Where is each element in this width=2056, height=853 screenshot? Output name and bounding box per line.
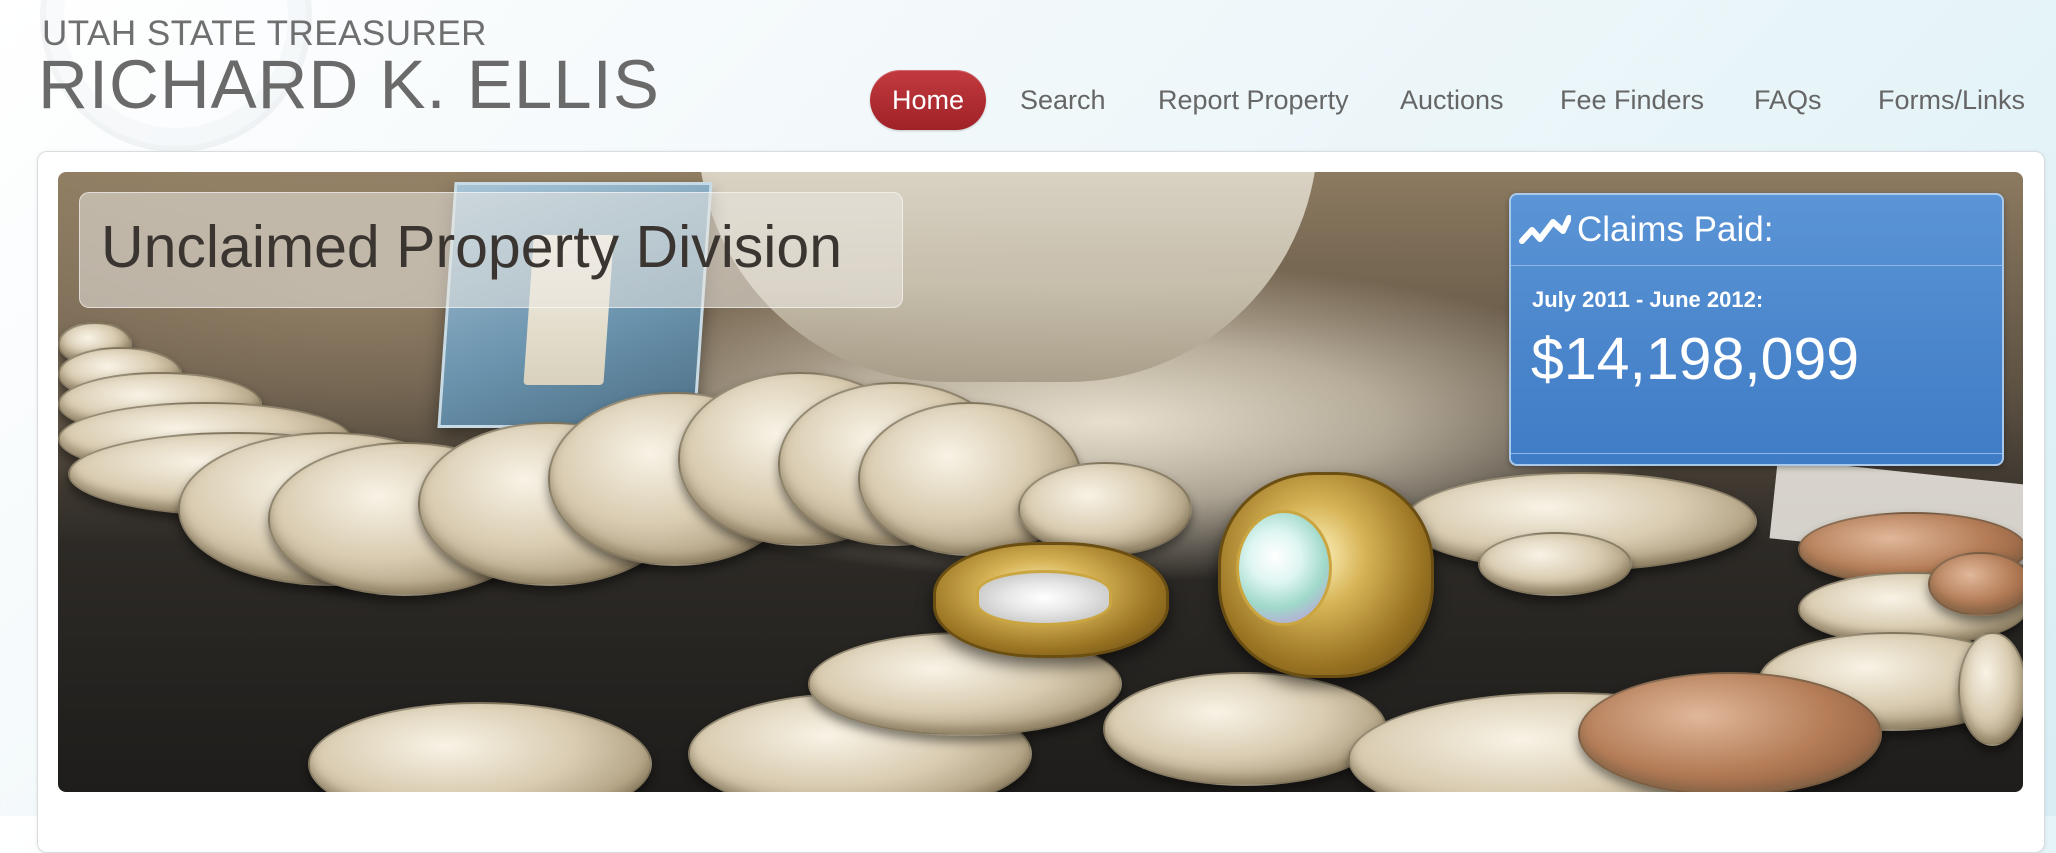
nav-report-property[interactable]: Report Property	[1158, 70, 1349, 130]
coin	[1103, 672, 1387, 786]
trend-chart-icon	[1519, 215, 1571, 244]
nav-home[interactable]: Home	[870, 70, 986, 130]
claims-period: July 2011 - June 2012:	[1532, 287, 1764, 312]
page-title: Unclaimed Property Division	[101, 214, 843, 280]
coin	[1928, 552, 2023, 616]
claims-paid-box: Claims Paid: July 2011 - June 2012: $14,…	[1509, 193, 2004, 466]
claims-title: Claims Paid:	[1577, 210, 1774, 249]
ring-gemstone	[1236, 510, 1332, 626]
claims-amount: $14,198,099	[1531, 326, 1860, 392]
coin	[308, 702, 652, 792]
ring	[933, 542, 1169, 658]
nav-faqs[interactable]: FAQs	[1754, 70, 1822, 130]
coin	[1478, 532, 1632, 596]
coin	[1958, 632, 2023, 746]
coin	[1578, 672, 1882, 792]
main-nav: Home Search Report Property Auctions Fee…	[0, 70, 2056, 130]
ring-diamond	[976, 570, 1112, 626]
class-ring	[1218, 472, 1434, 678]
nav-forms-links[interactable]: Forms/Links	[1878, 70, 2025, 130]
hero-title-box: Unclaimed Property Division	[79, 192, 903, 308]
nav-auctions[interactable]: Auctions	[1400, 70, 1504, 130]
claims-header: Claims Paid:	[1511, 195, 2002, 266]
site-header: UTAH STATE TREASURER RICHARD K. ELLIS Ho…	[0, 0, 2056, 152]
nav-search[interactable]: Search	[1020, 70, 1106, 130]
claims-footer	[1511, 453, 2002, 464]
nav-fee-finders[interactable]: Fee Finders	[1560, 70, 1704, 130]
